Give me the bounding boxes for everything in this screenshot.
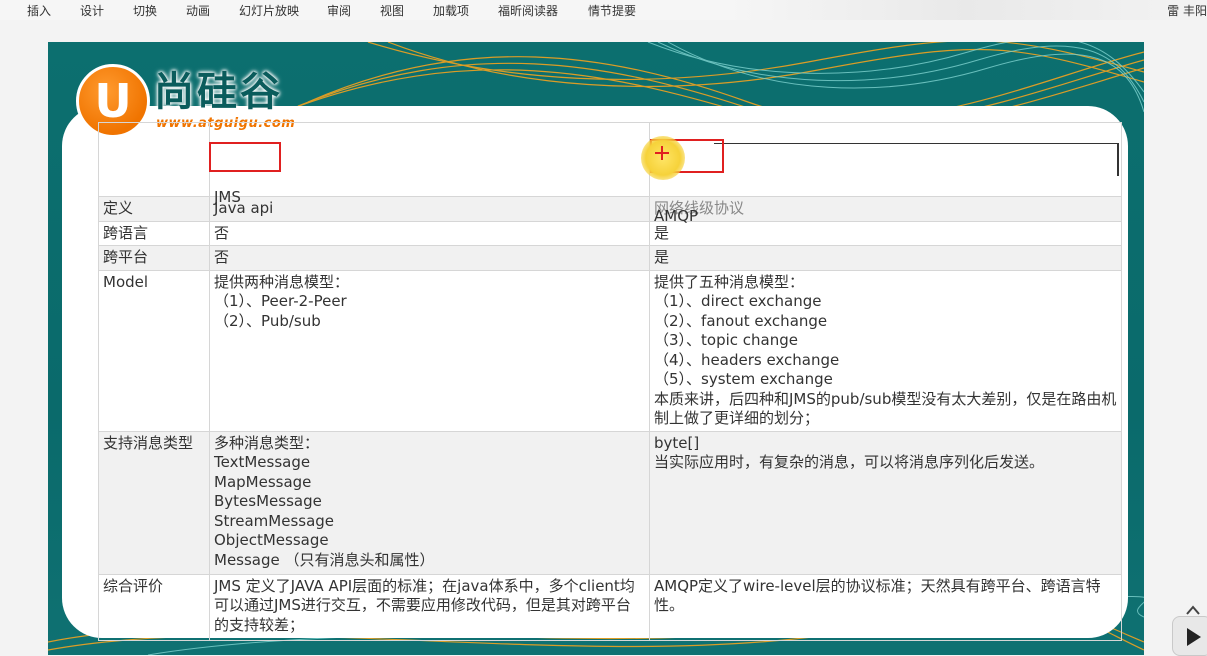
tab-view[interactable]: 视图 [380, 2, 404, 19]
header-jms-cell: JMS [209, 122, 650, 206]
play-icon[interactable] [1172, 616, 1207, 656]
tab-animations[interactable]: 动画 [186, 2, 210, 19]
jms-cell: 多种消息类型： TextMessage MapMessage BytesMess… [209, 430, 650, 575]
row-label: Model [98, 269, 210, 432]
header-empty-cell [98, 122, 210, 197]
table-row: 综合评价 JMS 定义了JAVA API层面的标准；在java体系中，多个cli… [98, 573, 1122, 641]
jms-cell: Java api [209, 196, 650, 222]
cursor-crosshair-icon [655, 146, 669, 160]
table-row: 支持消息类型 多种消息类型： TextMessage MapMessage By… [98, 430, 1122, 575]
jms-cell: JMS 定义了JAVA API层面的标准；在java体系中，多个client均可… [209, 573, 650, 641]
amqp-cell: AMQP定义了wire-level层的协议标准；天然具有跨平台、跨语言特性。 [649, 573, 1122, 641]
tab-transitions[interactable]: 切换 [133, 2, 157, 19]
tab-addins[interactable]: 加载项 [433, 2, 469, 19]
comparison-table: JMS AMQP 定义 Java api 网络线级协议 跨语言 否 是 跨平台 … [98, 122, 1122, 641]
header-jms: JMS [214, 187, 241, 206]
amqp-cell: 网络线级协议 [649, 196, 1122, 222]
slide-canvas: U 尚硅谷 www.atguigu.com JMS AMQP 定义 Java a… [48, 42, 1144, 655]
selection-line [714, 142, 1119, 176]
user-name[interactable]: 雷 丰阳 [1167, 2, 1207, 19]
row-label: 支持消息类型 [98, 430, 210, 575]
header-amqp-cell: AMQP [649, 122, 1122, 225]
jms-cell: 否 [209, 245, 650, 271]
scroll-up-icon[interactable] [1186, 604, 1200, 616]
tab-review[interactable]: 审阅 [327, 2, 351, 19]
amqp-cell: 是 [649, 245, 1122, 271]
table-row: Model 提供两种消息模型： （1）、Peer-2-Peer （2）、Pub/… [98, 269, 1122, 432]
ribbon-menu: 插入 设计 切换 动画 幻灯片放映 审阅 视图 加载项 福昕阅读器 情节提要 雷… [0, 0, 1207, 20]
amqp-cell: 是 [649, 220, 1122, 246]
row-label: 跨语言 [98, 220, 210, 246]
tab-design[interactable]: 设计 [80, 2, 104, 19]
logo-brand-text: 尚硅谷 [154, 69, 283, 115]
jms-cell: 否 [209, 220, 650, 246]
tab-insert[interactable]: 插入 [27, 2, 51, 19]
row-label: 定义 [98, 196, 210, 222]
table-row: 定义 Java api 网络线级协议 [98, 196, 1122, 222]
tab-storyboard[interactable]: 情节提要 [588, 2, 636, 19]
tab-slideshow[interactable]: 幻灯片放映 [239, 2, 299, 19]
table-row: 跨语言 否 是 [98, 220, 1122, 246]
amqp-cell: 提供了五种消息模型： （1）、direct exchange （2）、fanou… [649, 269, 1122, 432]
table-row: 跨平台 否 是 [98, 245, 1122, 271]
row-label: 综合评价 [98, 573, 210, 641]
tab-foxit-reader[interactable]: 福昕阅读器 [498, 2, 558, 19]
jms-highlight-box [209, 141, 281, 172]
jms-cell: 提供两种消息模型： （1）、Peer-2-Peer （2）、Pub/sub [209, 269, 650, 432]
header-amqp: AMQP [654, 207, 699, 225]
row-label: 跨平台 [98, 245, 210, 271]
table-header-row: JMS AMQP [98, 122, 1122, 225]
amqp-cell: byte[] 当实际应用时，有复杂的消息，可以将消息序列化后发送。 [649, 430, 1122, 575]
